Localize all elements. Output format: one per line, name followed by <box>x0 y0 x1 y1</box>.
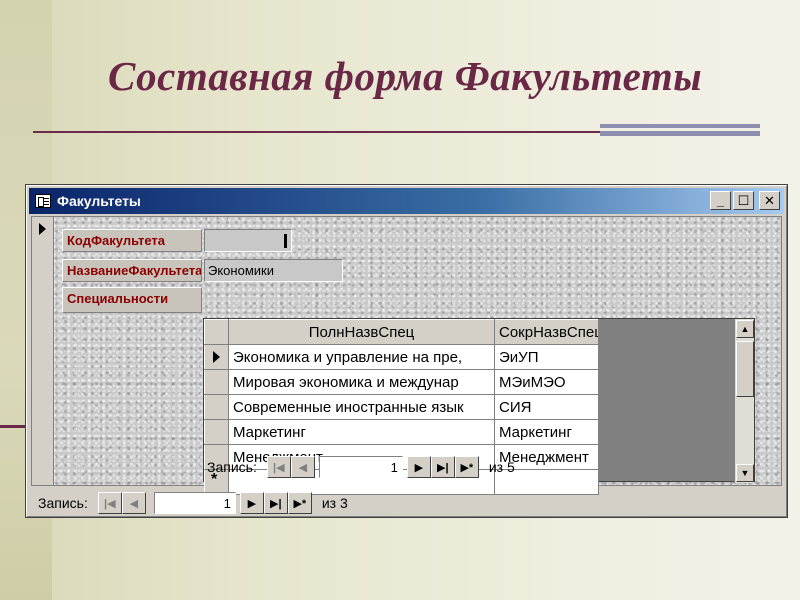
main-record-navigator: Запись: |◀ ◀ 1 ▶ ▶| ▶* из 3 <box>38 491 348 515</box>
prev-record-button[interactable]: ◀ <box>290 456 315 478</box>
main-new-record-button[interactable]: ▶* <box>287 492 312 514</box>
minimize-button[interactable]: _ <box>710 191 731 210</box>
column-header-sokr[interactable]: СокрНазвСпец <box>494 319 599 345</box>
table-row: Экономика и управление на пре, ЭиУП <box>204 344 599 370</box>
cell-poln[interactable]: Экономика и управление на пре, <box>228 344 495 370</box>
form-body: КодФакультета НазваниеФакультета Экономи… <box>31 216 782 495</box>
nazvanie-fakulteta-input[interactable]: Экономики <box>204 259 343 282</box>
table-row: Маркетинг Маркетинг <box>204 419 599 445</box>
table-row: Современные иностранные язык СИЯ <box>204 394 599 420</box>
subform-nav-label: Запись: <box>207 459 257 475</box>
label-nazvanie-fakulteta: НазваниеФакультета <box>62 259 202 282</box>
cell-poln[interactable]: Мировая экономика и междунар <box>228 369 495 395</box>
select-all-corner[interactable] <box>204 319 229 345</box>
title-underline-accent <box>600 124 760 136</box>
cell-sokr[interactable]: Маркетинг <box>494 419 599 445</box>
subform-record-count: из 5 <box>488 459 515 475</box>
current-row-arrow-icon <box>213 351 220 363</box>
main-record-count: из 3 <box>321 495 348 511</box>
current-record-arrow-icon <box>39 223 46 235</box>
new-record-button[interactable]: ▶* <box>454 456 479 478</box>
record-selector[interactable] <box>32 217 54 485</box>
window-title: Факультеты <box>57 193 141 209</box>
table-row: Мировая экономика и междунар МЭиМЭО <box>204 369 599 395</box>
form-icon <box>35 194 51 208</box>
column-header-poln[interactable]: ПолнНазвСпец <box>228 319 495 345</box>
main-record-number-input[interactable]: 1 <box>153 492 236 514</box>
cell-poln[interactable]: Современные иностранные язык <box>228 394 495 420</box>
cell-poln[interactable]: Маркетинг <box>228 419 495 445</box>
form-window: Факультеты _ ☐ ✕ КодФакультета НазваниеФ… <box>25 184 788 518</box>
row-selector[interactable] <box>204 369 229 395</box>
scroll-thumb[interactable] <box>736 341 754 397</box>
main-last-record-button[interactable]: ▶| <box>263 492 288 514</box>
next-record-button[interactable]: ▶ <box>406 456 431 478</box>
row-selector[interactable] <box>204 419 229 445</box>
subform-record-navigator: Запись: |◀ ◀ 1 ▶ ▶| ▶* из 5 <box>207 455 515 479</box>
title-underline <box>33 131 600 133</box>
cell-sokr[interactable]: МЭиМЭО <box>494 369 599 395</box>
window-controls: _ ☐ ✕ <box>710 191 780 210</box>
first-record-button[interactable]: |◀ <box>266 456 291 478</box>
scroll-up-icon[interactable]: ▲ <box>736 320 754 338</box>
kod-fakulteta-input[interactable] <box>204 229 292 252</box>
row-selector[interactable] <box>204 394 229 420</box>
text-caret <box>284 234 287 248</box>
label-kod-fakulteta: КодФакультета <box>62 229 202 252</box>
row-selector[interactable] <box>204 344 229 370</box>
label-specialnosti: Специальности <box>62 287 202 313</box>
scroll-down-icon[interactable]: ▼ <box>736 464 754 482</box>
cell-sokr[interactable]: ЭиУП <box>494 344 599 370</box>
main-next-record-button[interactable]: ▶ <box>239 492 264 514</box>
last-record-button[interactable]: ▶| <box>430 456 455 478</box>
main-nav-label: Запись: <box>38 495 88 511</box>
main-first-record-button[interactable]: |◀ <box>97 492 122 514</box>
maximize-button[interactable]: ☐ <box>733 191 754 210</box>
main-prev-record-button[interactable]: ◀ <box>121 492 146 514</box>
subform-vertical-scrollbar[interactable]: ▲ ▼ <box>734 319 754 483</box>
window-titlebar[interactable]: Факультеты _ ☐ ✕ <box>29 188 784 214</box>
subform-record-number-input[interactable]: 1 <box>318 456 403 478</box>
close-button[interactable]: ✕ <box>759 191 780 210</box>
slide-title: Составная форма Факультеты <box>108 53 703 99</box>
cell-sokr[interactable]: СИЯ <box>494 394 599 420</box>
